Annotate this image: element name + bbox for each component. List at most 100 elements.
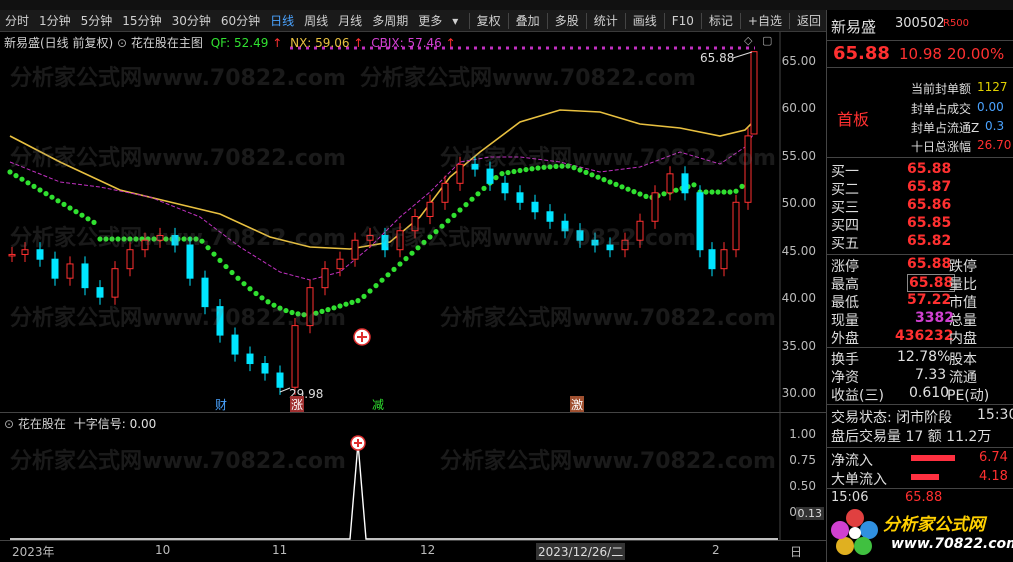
qf-green-dot xyxy=(577,167,583,173)
stats-button[interactable]: 统计 xyxy=(589,12,623,29)
diamond-icon[interactable]: ◇ xyxy=(744,34,752,47)
stock-period-label[interactable]: 新易盛(日线 前复权) xyxy=(4,36,113,50)
qf-green-dot xyxy=(499,171,505,177)
qf-green-dot xyxy=(343,301,349,307)
fuquan-button[interactable]: 复权 xyxy=(472,12,506,29)
qf-green-dot xyxy=(397,261,403,267)
qf-green-dot xyxy=(181,236,187,242)
candle-body xyxy=(426,201,434,218)
stat-value: 7.33 xyxy=(915,367,947,383)
sub-indicator-chart[interactable]: ⊙ 花在股在 十字信号: 0.00 1.00 0.75 0.50 0.25 0.… xyxy=(0,412,826,541)
sub-canvas[interactable] xyxy=(0,413,826,541)
dropdown-arrow-icon[interactable]: ▾ xyxy=(447,14,463,28)
qf-green-dot xyxy=(313,310,319,316)
indicator-settings-icon[interactable]: ⊙ xyxy=(117,36,131,50)
candle-body xyxy=(744,135,752,203)
cross-signal-icon[interactable] xyxy=(353,328,371,346)
qf-green-dot xyxy=(7,169,13,175)
candle-body xyxy=(246,353,254,365)
big-inflow-label: 大单流入 xyxy=(831,472,887,488)
candle-body xyxy=(456,163,464,184)
tab-fenshi[interactable]: 分时 xyxy=(0,12,34,29)
qf-green-dot xyxy=(115,236,121,242)
qf-green-dot xyxy=(253,290,259,297)
collapse-icon[interactable]: ▢ xyxy=(762,34,772,47)
logo-url: www.70822.com xyxy=(891,536,1013,552)
bid-price: 65.86 xyxy=(907,197,952,213)
qf-green-dot xyxy=(259,295,265,301)
stat-label: 流通 xyxy=(949,370,977,386)
kline-canvas[interactable] xyxy=(0,32,826,412)
event-marker-ji[interactable]: 激 xyxy=(570,396,585,413)
sub-settings-icon[interactable]: ⊙ xyxy=(4,417,18,431)
price-change: 10.98 xyxy=(899,45,942,63)
tab-multi-period[interactable]: 多周期 xyxy=(367,12,413,29)
big-inflow-value: 4.18 xyxy=(979,469,1008,484)
qf-green-dot xyxy=(703,189,709,195)
qf-green-dot xyxy=(355,298,361,304)
stat-label: 净资 xyxy=(831,370,859,386)
quote-title-row: 新易盛 300502 R500 xyxy=(827,16,1013,36)
qf-green-dot xyxy=(229,269,235,276)
overlay-button[interactable]: 叠加 xyxy=(511,12,545,29)
tab-daily[interactable]: 日线 xyxy=(265,12,299,29)
stat-label: 跌停 xyxy=(949,259,977,275)
event-marker-cai[interactable]: 财 xyxy=(215,396,227,413)
cbjx-value: CBJX: 57.46 xyxy=(371,36,442,50)
tab-15min[interactable]: 15分钟 xyxy=(117,12,166,29)
event-marker-zhang[interactable]: 涨 xyxy=(290,396,305,413)
qf-green-dot xyxy=(91,219,97,225)
qf-green-dot xyxy=(547,164,553,170)
multi-stock-button[interactable]: 多股 xyxy=(550,12,584,29)
qf-green-dot xyxy=(163,236,169,242)
price-change-pct: 20.00% xyxy=(947,45,1005,63)
add-watchlist-button[interactable]: +自选 xyxy=(743,12,787,29)
qf-green-dot xyxy=(439,223,445,229)
qf-green-dot xyxy=(409,250,415,256)
price-tick: 45.00 xyxy=(781,244,816,258)
stat-value: 12.78% xyxy=(897,349,951,365)
qf-green-dot xyxy=(43,191,49,197)
qf-green-dot xyxy=(37,187,43,193)
candle-body xyxy=(366,234,374,241)
limit-up-candle xyxy=(750,51,758,135)
candle-body xyxy=(8,253,16,257)
tab-30min[interactable]: 30分钟 xyxy=(167,12,216,29)
qf-green-dot xyxy=(469,196,475,202)
qf-green-dot xyxy=(607,179,613,185)
f10-button[interactable]: F10 xyxy=(667,14,699,28)
qf-green-dot xyxy=(625,186,631,192)
candle-body xyxy=(321,268,329,289)
qf-green-dot xyxy=(55,198,61,204)
main-kline-chart[interactable]: 新易盛(日线 前复权) ⊙ 花在股在主图 QF: 52.49 ↑ NX: 59.… xyxy=(0,32,826,413)
qf-green-dot xyxy=(217,257,223,264)
tab-5min[interactable]: 5分钟 xyxy=(76,12,118,29)
candle-body xyxy=(186,244,194,279)
qf-green-dot xyxy=(691,182,697,188)
qf-green-dot xyxy=(283,307,289,314)
tab-1min[interactable]: 1分钟 xyxy=(34,12,76,29)
price-tick: 55.00 xyxy=(781,149,816,163)
qf-green-dot xyxy=(427,234,433,240)
draw-line-button[interactable]: 画线 xyxy=(628,12,662,29)
sub-axis-tick: 0.50 xyxy=(789,479,816,493)
candle-body xyxy=(126,249,134,270)
seal-value: 0.3 xyxy=(985,119,1005,133)
candle-body xyxy=(36,249,44,260)
tab-more[interactable]: 更多 xyxy=(413,12,447,29)
mark-button[interactable]: 标记 xyxy=(704,12,738,29)
tab-weekly[interactable]: 周线 xyxy=(299,12,333,29)
time-axis[interactable]: 2023年 10 11 12 2023/12/26/二 2 日 xyxy=(0,540,826,562)
qf-green-dot xyxy=(637,191,643,197)
tab-monthly[interactable]: 月线 xyxy=(333,12,367,29)
qf-green-dot xyxy=(361,293,367,299)
qf-green-dot xyxy=(643,193,649,199)
sub-cross-signal-icon[interactable] xyxy=(350,435,366,451)
qf-green-dot xyxy=(445,218,451,224)
event-marker-jian[interactable]: 减 xyxy=(372,396,384,413)
bid-label: 买三 xyxy=(831,200,859,216)
tab-60min[interactable]: 60分钟 xyxy=(216,12,265,29)
back-button[interactable]: 返回 xyxy=(792,12,826,29)
candle-body xyxy=(336,258,344,270)
nx-value: NX: 59.06 xyxy=(290,36,350,50)
